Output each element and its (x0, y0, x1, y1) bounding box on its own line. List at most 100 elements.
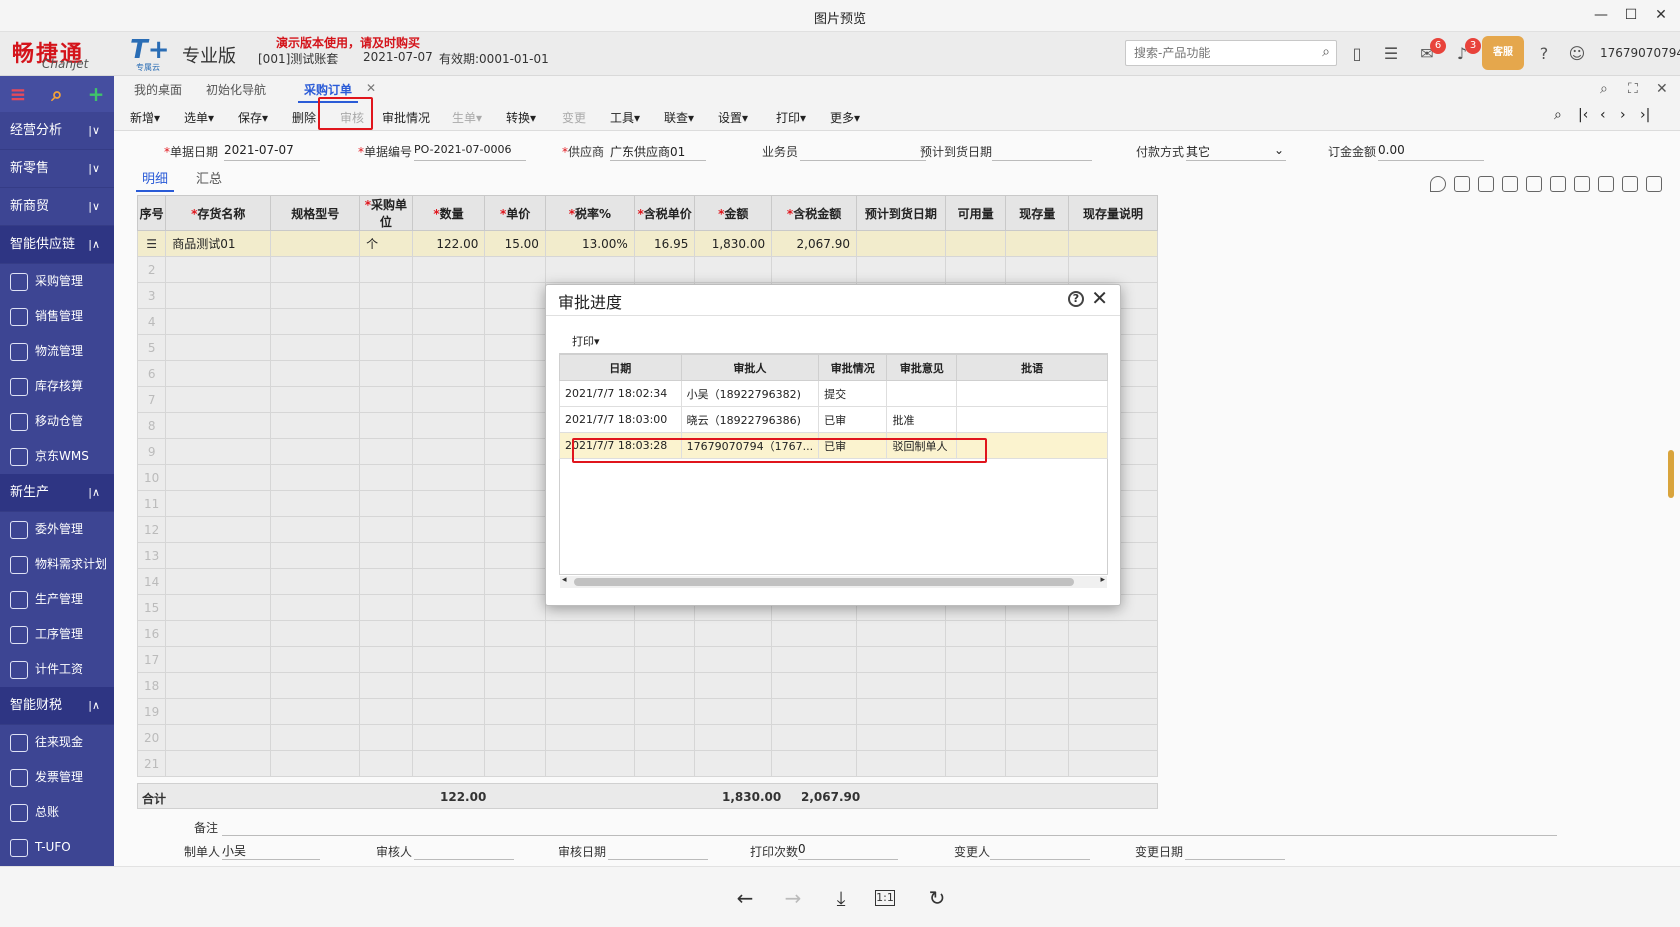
grid-cell[interactable] (633, 724, 696, 751)
row-number[interactable]: 20 (136, 724, 167, 751)
col-price[interactable]: *单价 (484, 195, 546, 231)
dlg-col-status[interactable]: 审批情况 (818, 354, 888, 381)
grid-cell[interactable] (484, 464, 546, 491)
demo-notice[interactable]: 演示版本使用，请及时购买 (276, 34, 420, 51)
grid-cell[interactable] (270, 282, 361, 309)
sidebar-item-invoice[interactable]: 发票管理 (0, 760, 114, 795)
grid-cell[interactable] (855, 724, 946, 751)
grid-cell[interactable] (411, 672, 486, 699)
grid-cell[interactable] (270, 724, 361, 751)
grid-cell[interactable] (165, 308, 272, 335)
grid-cell[interactable] (165, 412, 272, 439)
grid-cell[interactable] (771, 256, 857, 283)
sidebar-item-jd-wms[interactable]: 京东WMS (0, 439, 114, 474)
grid-cell[interactable] (411, 256, 486, 283)
grid-cell[interactable] (359, 568, 413, 595)
grid-cell[interactable] (1068, 698, 1158, 725)
generate-button[interactable]: 生单▾ (452, 109, 482, 126)
grid-cell[interactable] (771, 646, 857, 673)
grid-cell[interactable] (359, 334, 413, 361)
cell-stock-note[interactable] (1068, 230, 1158, 257)
grid-cell[interactable] (1068, 646, 1158, 673)
grid-cell[interactable] (944, 620, 1007, 647)
grid-cell[interactable] (411, 542, 486, 569)
row-number[interactable]: 10 (136, 464, 167, 491)
grid-cell[interactable] (694, 750, 773, 777)
grid-cell[interactable] (270, 308, 361, 335)
convert-button[interactable]: 转换▾ (506, 109, 536, 126)
dlg-col-date[interactable]: 日期 (559, 354, 682, 381)
sidebar-item-logistics[interactable]: 物流管理 (0, 334, 114, 369)
grid-cell[interactable] (484, 308, 546, 335)
cell-qty[interactable]: 122.00 (411, 230, 486, 257)
table-row[interactable]: 20 (136, 724, 1158, 751)
grid-cell[interactable] (359, 308, 413, 335)
grid-cell[interactable] (694, 646, 773, 673)
grid-cell[interactable] (270, 490, 361, 517)
sidebar-item-purchase[interactable]: 采购管理 (0, 264, 114, 299)
grid-cell[interactable] (1068, 620, 1158, 647)
last-record-icon[interactable]: ›| (1640, 107, 1650, 123)
table-row[interactable]: 18 (136, 672, 1158, 699)
sidebar-item-process[interactable]: 工序管理 (0, 617, 114, 652)
dlg-col-opinion[interactable]: 审批意见 (886, 354, 958, 381)
grid-cell[interactable] (484, 360, 546, 387)
fullscreen-icon[interactable]: ⛶ (1628, 81, 1638, 97)
sidebar-item-mrp[interactable]: 物料需求计划 (0, 547, 114, 582)
grid-cell[interactable] (633, 256, 696, 283)
col-amount[interactable]: *金额 (694, 195, 773, 231)
grid-cell[interactable] (944, 750, 1007, 777)
grid-cell[interactable] (771, 724, 857, 751)
grid-cell[interactable] (411, 334, 486, 361)
row-number[interactable]: 12 (136, 516, 167, 543)
grid-cell[interactable] (359, 360, 413, 387)
grid-cell[interactable] (855, 620, 946, 647)
grid-cell[interactable] (359, 256, 413, 283)
cell-spec[interactable] (270, 230, 361, 257)
grid-cell[interactable] (270, 542, 361, 569)
col-available[interactable]: 可用量 (944, 195, 1007, 231)
grid-cell[interactable] (633, 672, 696, 699)
grid-cell[interactable] (411, 360, 486, 387)
forward-icon[interactable]: → (779, 885, 807, 911)
grid-cell[interactable] (165, 282, 272, 309)
grid-cell[interactable] (484, 334, 546, 361)
change-button[interactable]: 变更 (562, 109, 586, 126)
grid-cell[interactable] (359, 490, 413, 517)
grid-cell[interactable] (411, 412, 486, 439)
col-name[interactable]: *存货名称 (165, 195, 272, 231)
grid-cell[interactable] (1068, 672, 1158, 699)
dialog-print-button[interactable]: 打印▾ (572, 333, 600, 349)
grid-cell[interactable] (411, 464, 486, 491)
tab-detail[interactable]: 明细 (136, 168, 175, 192)
grid-cell[interactable] (270, 568, 361, 595)
print-button[interactable]: 打印▾ (776, 109, 806, 126)
grid-cell[interactable] (1005, 646, 1070, 673)
minimize-icon[interactable]: — (1588, 4, 1614, 26)
first-record-icon[interactable]: |‹ (1578, 107, 1588, 123)
grid-cell[interactable] (1005, 750, 1070, 777)
cell-expected[interactable] (855, 230, 946, 257)
close-window-icon[interactable]: ✕ (1648, 4, 1674, 26)
grid-cell[interactable] (633, 620, 696, 647)
row-number[interactable]: 8 (136, 412, 167, 439)
row-number[interactable]: 7 (136, 386, 167, 413)
dlg-col-comment[interactable]: 批语 (956, 354, 1108, 381)
tab-close-icon[interactable]: ✕ (366, 81, 376, 95)
grid-cell[interactable] (411, 724, 486, 751)
grid-cell[interactable] (270, 334, 361, 361)
grid-cell[interactable] (411, 698, 486, 725)
row-number[interactable]: 13 (136, 542, 167, 569)
grid-cell[interactable] (484, 412, 546, 439)
auditor-field[interactable] (414, 842, 514, 860)
product-search[interactable]: ⌕ (1125, 40, 1337, 66)
cell-stock[interactable] (1005, 230, 1070, 257)
grid-cell[interactable] (855, 672, 946, 699)
grid-cell[interactable] (359, 698, 413, 725)
grid-cell[interactable] (411, 438, 486, 465)
grid-cell[interactable] (411, 750, 486, 777)
no-field[interactable]: PO-2021-07-0006 (414, 143, 526, 161)
grid-cell[interactable] (484, 568, 546, 595)
col-tax[interactable]: *税率% (544, 195, 635, 231)
cell-amount[interactable]: 1,830.00 (694, 230, 773, 257)
